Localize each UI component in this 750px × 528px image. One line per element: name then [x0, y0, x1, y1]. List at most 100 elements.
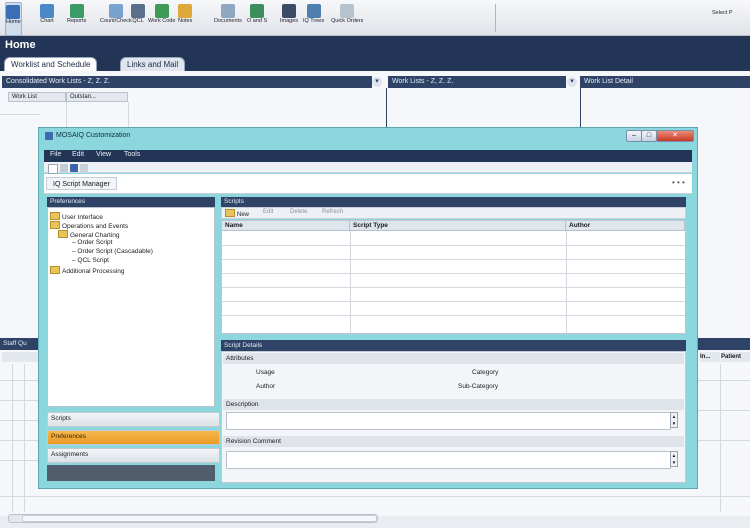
chevron-down-icon[interactable]: ▾	[372, 77, 382, 87]
ribbon-button-label: Reports	[67, 18, 87, 24]
grid-line	[698, 380, 750, 381]
tab-worklist-schedule[interactable]: Worklist and Schedule	[4, 57, 98, 71]
column-header-outstanding[interactable]: Outstan...	[66, 92, 128, 102]
notes-icon	[178, 4, 193, 18]
ribbon-button[interactable]: Quick Orders	[331, 2, 363, 34]
grid-line	[222, 301, 685, 302]
close-button[interactable]: ✕	[656, 130, 694, 142]
tree-item[interactable]: Additional Processing	[50, 266, 125, 275]
open-icon[interactable]	[60, 164, 68, 172]
column-header-patient[interactable]: Patient	[721, 352, 750, 362]
new-script-label: New	[237, 212, 250, 218]
chevron-down-icon[interactable]: ▾	[567, 77, 577, 87]
ribbon-button[interactable]: Notes	[178, 2, 192, 34]
ribbon-button-label: Home	[6, 19, 21, 25]
folder-icon	[50, 221, 60, 229]
scrollbar-thumb[interactable]	[22, 515, 377, 522]
ribbon-button[interactable]: O and S	[247, 2, 267, 34]
new-icon[interactable]	[48, 164, 58, 174]
home-header-band	[0, 36, 750, 71]
grid-line	[66, 102, 67, 127]
print-icon[interactable]	[80, 164, 88, 172]
column-header-author[interactable]: Author	[566, 221, 685, 231]
home-icon	[6, 5, 21, 19]
ribbon-button-label: QCL	[132, 18, 144, 24]
description-spinner[interactable]: ▲ ▼	[670, 412, 678, 428]
worklist-detail-header: Work List Detail	[580, 76, 750, 88]
category-label: Category	[472, 369, 499, 376]
grid-line	[222, 245, 685, 246]
preferences-header: Preferences	[47, 197, 215, 207]
revision-comment-field[interactable]	[226, 451, 671, 469]
ribbon-button[interactable]: Chart	[40, 2, 54, 34]
ribbon-button[interactable]: QCL	[131, 2, 145, 34]
author-label: Author	[256, 383, 276, 390]
more-options-icon[interactable]: • • •	[672, 178, 685, 187]
grid-line	[0, 460, 38, 461]
ribbon-button-label: IQ Trees	[303, 18, 325, 24]
ribbon-button[interactable]: Count/Check	[100, 2, 132, 34]
section-scripts[interactable]: Scripts	[47, 412, 220, 427]
menu-view[interactable]: View	[96, 151, 111, 158]
minimize-button[interactable]: –	[626, 130, 642, 142]
documents-icon	[220, 4, 235, 18]
delete-script-button[interactable]: Delete	[290, 209, 307, 215]
edit-script-button[interactable]: Edit	[263, 209, 273, 215]
chart-icon	[40, 4, 54, 18]
grid-line	[128, 102, 129, 127]
o-and-s-icon	[250, 4, 265, 18]
column-header-script-type[interactable]: Script Type	[350, 221, 566, 231]
new-script-button[interactable]: New	[225, 209, 249, 218]
menu-file[interactable]: File	[50, 151, 61, 158]
tree-item[interactable]: General Charting	[58, 230, 120, 239]
ribbon-button-label: Count/Check	[100, 18, 132, 24]
ribbon-button[interactable]: Work Code	[148, 2, 175, 34]
images-icon	[282, 4, 297, 18]
folder-icon	[50, 212, 60, 220]
tree-item-label: Order Script	[77, 239, 113, 246]
column-header-name[interactable]: Name	[222, 221, 350, 231]
ribbon-button-label: Work Code	[148, 18, 176, 24]
tree-item[interactable]: User Interface	[50, 212, 103, 221]
ribbon-button[interactable]: Documents	[214, 2, 242, 34]
app-icon	[45, 132, 53, 140]
staff-queue-column-header[interactable]	[2, 352, 38, 362]
ribbon-button-label: O and S	[247, 18, 268, 24]
ribbon-button[interactable]: Home	[5, 2, 22, 36]
section-assignments[interactable]: Assignments	[47, 448, 220, 463]
tree-item[interactable]: Operations and Events	[50, 221, 128, 230]
subcategory-label: Sub-Category	[458, 383, 499, 390]
grid-line	[222, 287, 685, 288]
refresh-button[interactable]: Refresh	[322, 209, 343, 215]
grid-line	[222, 259, 685, 260]
ribbon-button[interactable]: Images	[280, 2, 298, 34]
select-patient-button[interactable]: Select P	[712, 10, 732, 16]
description-field[interactable]	[226, 412, 671, 430]
maximize-button[interactable]: □	[641, 130, 657, 142]
window-toolbar	[44, 162, 692, 173]
tab-links-mail[interactable]: Links and Mail	[120, 57, 186, 71]
pane-footer	[47, 465, 215, 481]
menu-edit[interactable]: Edit	[72, 151, 84, 158]
grid-line	[12, 364, 13, 512]
column-header-in[interactable]: In...	[700, 352, 720, 362]
tree-item[interactable]: – Order Script	[72, 239, 112, 246]
ribbon-button-label: Chart	[40, 18, 54, 24]
column-header-worklist[interactable]: Work List	[8, 92, 66, 102]
ribbon-button[interactable]: Reports	[67, 2, 86, 34]
revision-comment-spinner[interactable]: ▲ ▼	[670, 451, 678, 467]
quick-orders-icon	[340, 4, 355, 18]
reports-icon	[69, 4, 84, 18]
save-icon[interactable]	[70, 164, 78, 172]
menu-tools[interactable]: Tools	[124, 151, 140, 158]
tree-item-label: Additional Processing	[62, 268, 125, 275]
tree-item[interactable]: – QCL Script	[72, 257, 109, 264]
grid-line	[222, 273, 685, 274]
section-preferences[interactable]: Preferences	[47, 430, 220, 445]
iq-trees-icon	[306, 4, 321, 18]
ribbon-button[interactable]: IQ Trees	[303, 2, 324, 34]
grid-line	[0, 400, 38, 401]
tab-iq-script-manager[interactable]: IQ Script Manager	[46, 177, 117, 190]
tree-item[interactable]: – Order Script (Cascadable)	[72, 248, 153, 255]
new-icon	[225, 209, 235, 217]
